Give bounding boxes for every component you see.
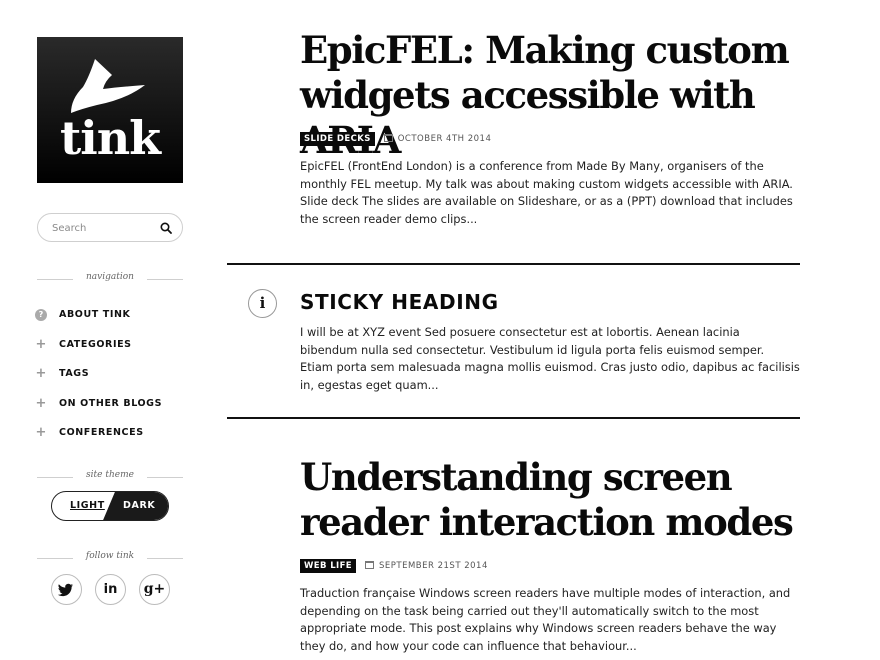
theme-dark-option[interactable]: DARK (123, 500, 155, 511)
plus-icon: + (35, 425, 47, 440)
google-plus-icon: g+ (143, 581, 166, 597)
theme-light-option[interactable]: LIGHT (70, 500, 105, 511)
divider (227, 263, 800, 265)
google-plus-link[interactable]: g+ (139, 574, 170, 605)
question-icon: ? (35, 309, 47, 321)
category-tag[interactable]: WEB LIFE (300, 558, 357, 573)
sticky-heading: STICKY HEADING (300, 290, 499, 314)
navigation-heading: navigation (37, 272, 183, 286)
post-excerpt: EpicFEL (FrontEnd London) is a conferenc… (300, 159, 793, 226)
nav-item-label: TAGS (59, 368, 90, 379)
post-meta: WEB LIFE SEPTEMBER 21ST 2014 (300, 555, 488, 573)
post-excerpt: Traduction française Windows screen read… (300, 586, 791, 653)
search-icon[interactable] (160, 222, 172, 234)
plus-icon: + (35, 336, 47, 352)
nav-item-on-other-blogs[interactable]: + ON OTHER BLOGS (34, 397, 194, 427)
nav-item-about-tink[interactable]: ? ABOUT TINK (34, 308, 194, 338)
logo-text: tink (59, 111, 161, 165)
search-box (37, 213, 183, 242)
category-tag[interactable]: SLIDE DECKS (300, 131, 375, 146)
post-title-screen-reader-modes[interactable]: Understanding screen reader interaction … (300, 455, 810, 545)
nav-item-label: ABOUT TINK (59, 309, 131, 320)
follow-heading: follow tink (37, 551, 183, 565)
plus-icon: + (35, 395, 47, 411)
divider (227, 417, 800, 419)
post-date-text: OCTOBER 4TH 2014 (397, 133, 492, 144)
nav-item-conferences[interactable]: + CONFERENCES (34, 426, 194, 456)
calendar-icon (383, 133, 393, 142)
info-icon: i (248, 289, 277, 318)
site-logo[interactable]: tink (37, 37, 183, 183)
twitter-link[interactable] (51, 574, 82, 605)
nav-item-categories[interactable]: + CATEGORIES (34, 338, 194, 368)
post-title-epicfel[interactable]: EpicFEL: Making custom widgets accessibl… (300, 28, 810, 163)
calendar-icon (365, 560, 375, 569)
post-date-text: SEPTEMBER 21ST 2014 (379, 560, 488, 571)
nav-item-label: CATEGORIES (59, 338, 132, 350)
linkedin-icon: in (103, 582, 118, 597)
nav-item-label: CONFERENCES (59, 427, 144, 438)
twitter-icon (57, 583, 74, 597)
nav-item-label: ON OTHER BLOGS (59, 397, 163, 409)
post-date: OCTOBER 4TH 2014 (383, 133, 492, 144)
post-date: SEPTEMBER 21ST 2014 (365, 560, 488, 571)
site-theme-heading: site theme (37, 470, 183, 484)
theme-toggle[interactable]: LIGHT DARK (51, 491, 169, 521)
plus-icon: + (35, 366, 47, 381)
search-input[interactable] (52, 220, 152, 236)
nav-item-tags[interactable]: + TAGS (34, 367, 194, 397)
post-meta: SLIDE DECKS OCTOBER 4TH 2014 (300, 128, 492, 146)
sidebar-nav: ? ABOUT TINK + CATEGORIES + TAGS + ON OT… (34, 308, 194, 456)
linkedin-link[interactable]: in (95, 574, 126, 605)
sticky-text: I will be at XYZ event Sed posuere conse… (300, 325, 800, 392)
